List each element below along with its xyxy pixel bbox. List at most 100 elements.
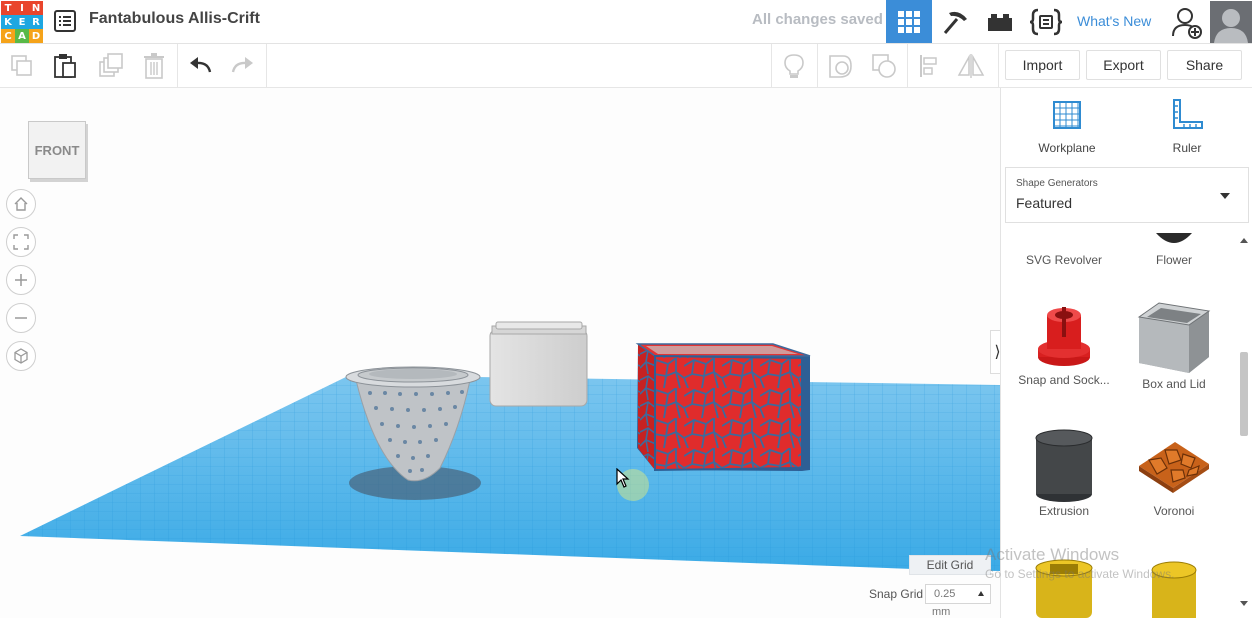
ungroup-icon — [872, 54, 896, 78]
shape-generators-label: Shape Generators — [1016, 178, 1098, 189]
zoom-in-button[interactable] — [6, 265, 36, 295]
shape-name: Extrusion — [1038, 504, 1090, 518]
logo-letter: K — [1, 15, 15, 29]
shape-voronoi[interactable]: Voronoi — [1119, 428, 1229, 518]
3d-design-view-button[interactable] — [886, 0, 932, 43]
lightbulb-icon — [784, 54, 804, 78]
paste-button[interactable] — [49, 50, 81, 82]
whats-new-link[interactable]: What's New — [1077, 13, 1151, 29]
snap-grid-unit: mm — [932, 606, 951, 618]
perspective-button[interactable] — [6, 341, 36, 371]
zoom-out-button[interactable] — [6, 303, 36, 333]
brick-icon — [988, 13, 1012, 31]
ruler-tool[interactable]: Ruler — [1127, 98, 1247, 155]
undo-icon — [190, 57, 212, 73]
snap-socket-shape-icon — [1038, 307, 1090, 366]
align-icon — [920, 55, 937, 77]
view-cube[interactable]: FRONT — [28, 121, 86, 179]
ruler-icon — [1173, 99, 1203, 129]
scrollbar-thumb[interactable] — [1240, 352, 1248, 436]
logo-letter: R — [29, 15, 43, 29]
logo-letter: A — [15, 29, 29, 43]
redo-icon — [231, 57, 253, 73]
group-button[interactable] — [824, 50, 856, 82]
shape-yellow-box[interactable] — [1009, 558, 1119, 618]
shape-svg-revolver[interactable]: SVG Revolver — [1009, 233, 1119, 267]
shape-flower[interactable]: Flower — [1119, 233, 1229, 267]
duplicate-icon — [99, 53, 123, 77]
shape-generators-dropdown[interactable]: Shape Generators Featured — [1005, 167, 1249, 223]
yellow-cylinder-shape-icon — [1151, 561, 1197, 618]
scroll-down-icon[interactable] — [1240, 601, 1248, 606]
fit-icon — [13, 234, 29, 250]
3d-viewport[interactable]: FRONT ⟩ Edit Grid Snap Grid 0.25 mm — [0, 88, 1000, 618]
shape-name: SVG Revolver — [1025, 253, 1103, 267]
panel-collapse-toggle[interactable]: ⟩ — [990, 330, 1000, 374]
edit-grid-button[interactable]: Edit Grid — [909, 555, 991, 575]
shape-snap-and-socket[interactable]: Snap and Sock... — [1009, 301, 1119, 387]
save-status: All changes saved — [752, 11, 883, 28]
shape-generators-value: Featured — [1016, 195, 1073, 211]
logo-letter: E — [15, 15, 29, 29]
right-panel: Workplane Ruler Shape Generators Feature… — [1000, 88, 1252, 618]
export-button[interactable]: Export — [1086, 50, 1161, 80]
fit-view-button[interactable] — [6, 227, 36, 257]
logo-letter: C — [1, 29, 15, 43]
mirror-icon — [957, 54, 985, 78]
gray-box-shape — [489, 321, 588, 407]
share-button[interactable]: Share — [1167, 50, 1242, 80]
mirror-button[interactable] — [955, 50, 987, 82]
delete-button[interactable] — [138, 50, 170, 82]
scroll-up-icon[interactable] — [1240, 238, 1248, 243]
user-avatar[interactable] — [1210, 1, 1252, 43]
workplane-icon — [1053, 101, 1081, 129]
cube-icon — [14, 348, 28, 364]
plus-icon — [15, 274, 27, 286]
blocks-view-button[interactable] — [932, 0, 978, 43]
shape-gallery: SVG Revolver Flower Snap and Sock... Box… — [1001, 233, 1239, 618]
edit-toolbar: Import Export Share — [0, 44, 1252, 88]
designs-list-icon[interactable] — [54, 10, 76, 32]
caret-up-icon — [978, 591, 984, 596]
redo-button[interactable] — [227, 50, 259, 82]
logo-letter: D — [29, 29, 43, 43]
box-lid-shape-icon — [1137, 302, 1211, 373]
pickaxe-icon — [943, 11, 967, 34]
shape-yellow-cylinder[interactable] — [1119, 558, 1229, 618]
ungroup-button[interactable] — [868, 50, 900, 82]
workplane-tool[interactable]: Workplane — [1007, 98, 1127, 155]
undo-button[interactable] — [184, 50, 216, 82]
shape-name: Box and Lid — [1142, 377, 1206, 391]
tinkercad-logo[interactable]: TINKERCAD — [1, 1, 43, 43]
panel-scrollbar[interactable] — [1237, 236, 1251, 618]
mouse-cursor-icon — [616, 468, 630, 488]
voronoi-box-shape — [635, 343, 811, 472]
minus-icon — [15, 317, 27, 319]
align-button[interactable] — [913, 50, 945, 82]
snap-grid-label: Snap Grid — [869, 587, 924, 601]
snap-grid-select[interactable]: 0.25 — [925, 584, 991, 604]
trash-icon — [144, 53, 164, 79]
duplicate-button[interactable] — [95, 50, 127, 82]
workplane-scene[interactable] — [0, 88, 1000, 618]
ruler-label: Ruler — [1172, 141, 1202, 155]
extrusion-shape-icon — [1035, 429, 1093, 502]
add-user-icon[interactable] — [1171, 6, 1205, 40]
bricks-view-button[interactable] — [978, 0, 1022, 43]
shape-extrusion[interactable]: Extrusion — [1009, 428, 1119, 518]
home-icon — [14, 197, 28, 211]
codeblocks-button[interactable] — [1022, 0, 1070, 43]
flower-shape-icon — [1156, 233, 1192, 243]
logo-letter: N — [29, 1, 43, 15]
voronoi-shape-icon — [1139, 442, 1209, 493]
grid-icon — [898, 10, 920, 33]
shape-name: Voronoi — [1153, 504, 1195, 518]
yellow-box-shape-icon — [1035, 559, 1093, 618]
home-view-button[interactable] — [6, 189, 36, 219]
shape-box-and-lid[interactable]: Box and Lid — [1119, 301, 1229, 391]
shape-name: Snap and Sock... — [1018, 373, 1110, 387]
copy-button[interactable] — [6, 50, 38, 82]
design-title[interactable]: Fantabulous Allis-Crift — [89, 10, 260, 28]
notes-button[interactable] — [778, 50, 810, 82]
import-button[interactable]: Import — [1005, 50, 1080, 80]
